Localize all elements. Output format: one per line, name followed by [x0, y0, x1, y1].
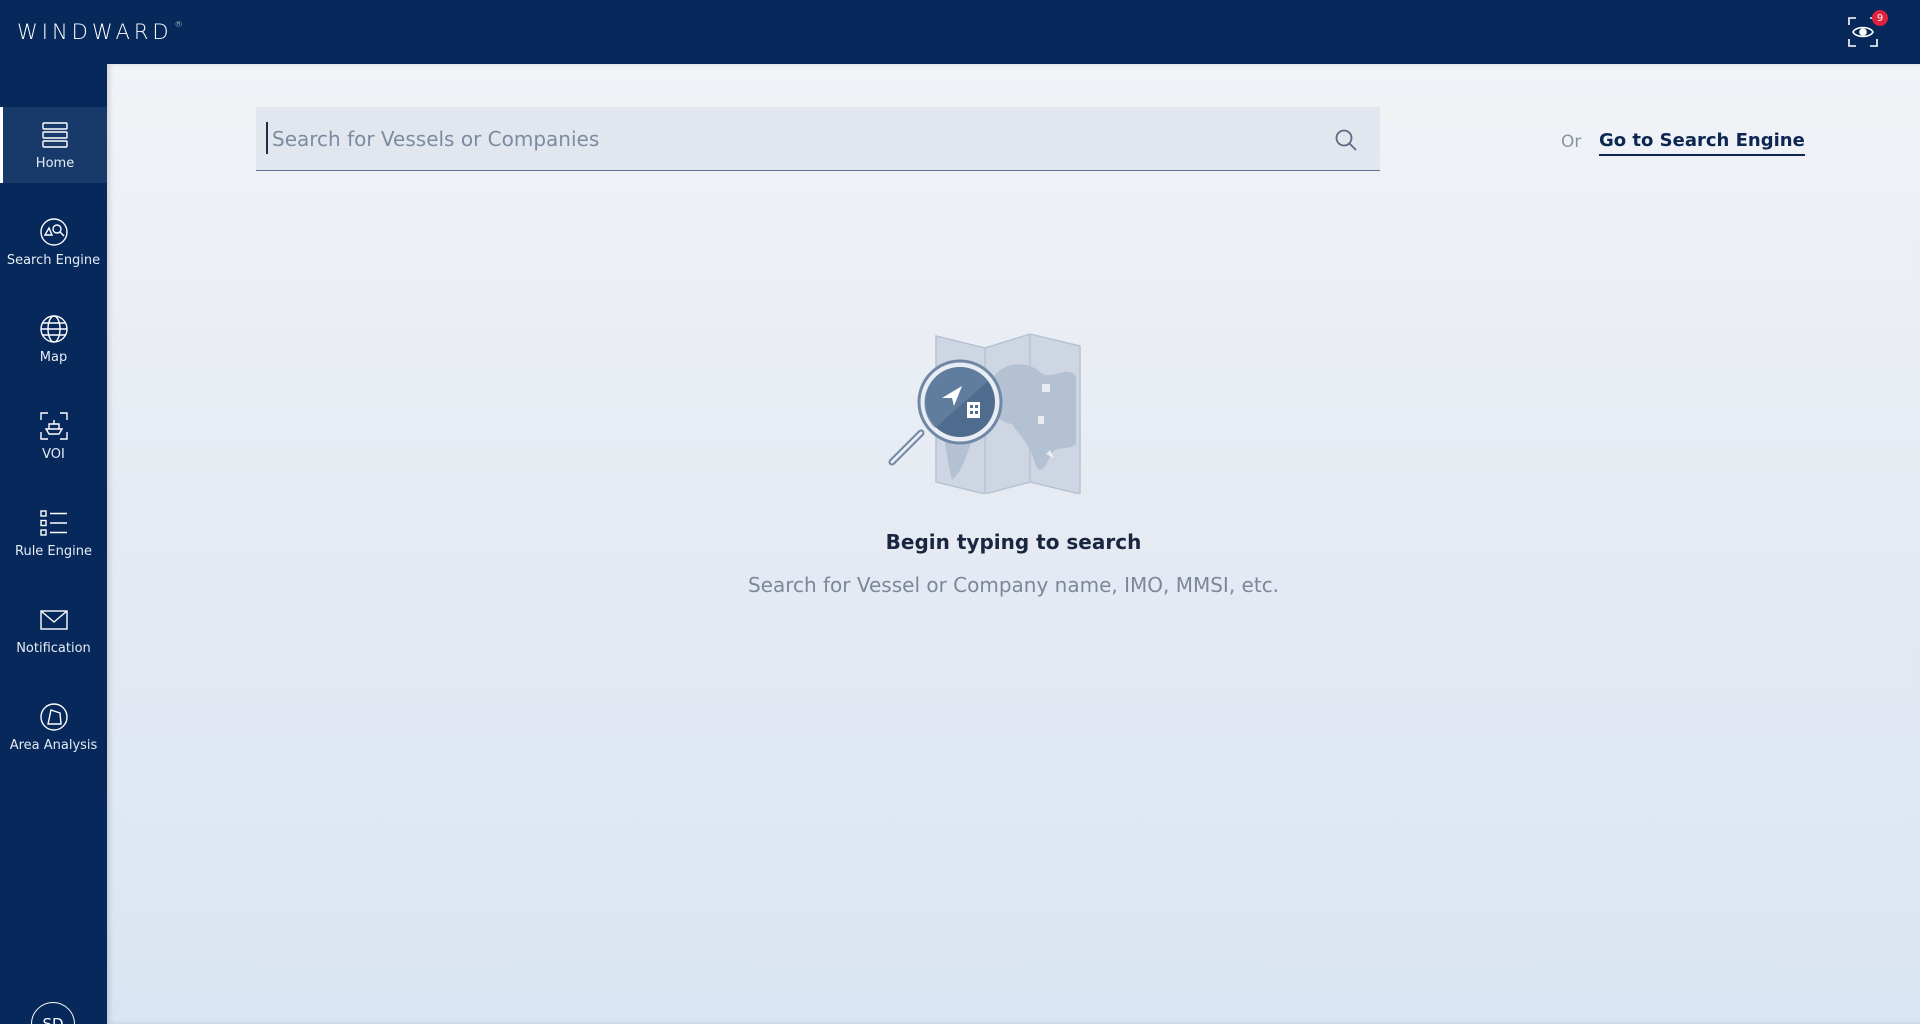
sidebar-item-label: VOI — [42, 447, 65, 462]
voi-alerts-button[interactable]: 9 — [1846, 10, 1888, 49]
main-content: Or Go to Search Engine Begin typing to s… — [107, 64, 1920, 1024]
windward-logo[interactable]: WINDWARD ® — [17, 20, 183, 44]
envelope-icon — [38, 604, 70, 636]
sidebar-item-label: Search Engine — [6, 253, 101, 268]
search-bar[interactable] — [256, 107, 1380, 171]
sidebar-item-map[interactable]: Map — [0, 301, 107, 377]
sidebar-item-rule-engine[interactable]: Rule Engine — [0, 495, 107, 571]
search-icon[interactable] — [1334, 128, 1358, 152]
notification-badge: 9 — [1872, 10, 1888, 26]
text-caret — [266, 122, 268, 154]
search-engine-icon — [38, 216, 70, 248]
sidebar-item-home[interactable]: Home — [0, 107, 107, 183]
rule-list-icon — [38, 507, 70, 539]
sidebar-item-label: Notification — [16, 641, 91, 656]
go-to-search-engine-link[interactable]: Go to Search Engine — [1599, 130, 1805, 156]
voi-ship-icon — [38, 410, 70, 442]
top-bar: WINDWARD ® 9 — [0, 0, 1920, 64]
sidebar-item-voi[interactable]: VOI — [0, 398, 107, 474]
search-input[interactable] — [272, 107, 1312, 171]
empty-state-title: Begin typing to search — [885, 530, 1142, 554]
area-polygon-icon — [38, 701, 70, 733]
user-avatar[interactable]: SD — [31, 1002, 75, 1024]
sidebar: Home Search Engine Map VOI Rule Engine N… — [0, 64, 107, 1024]
sidebar-item-notification[interactable]: Notification — [0, 592, 107, 668]
or-text: Or — [1561, 132, 1582, 152]
home-list-icon — [39, 119, 71, 151]
map-magnifier-illustration — [880, 324, 1110, 495]
sidebar-item-search-engine[interactable]: Search Engine — [0, 204, 107, 280]
sidebar-item-label: Map — [39, 350, 68, 365]
globe-icon — [38, 313, 70, 345]
logo-registered-mark: ® — [174, 20, 183, 29]
sidebar-item-label: Home — [35, 156, 75, 171]
empty-state-subtitle: Search for Vessel or Company name, IMO, … — [747, 573, 1280, 597]
logo-text: WINDWARD — [17, 20, 173, 44]
sidebar-item-label: Rule Engine — [15, 544, 92, 559]
sidebar-item-area-analysis[interactable]: Area Analysis — [0, 689, 107, 765]
sidebar-item-label: Area Analysis — [9, 738, 98, 753]
